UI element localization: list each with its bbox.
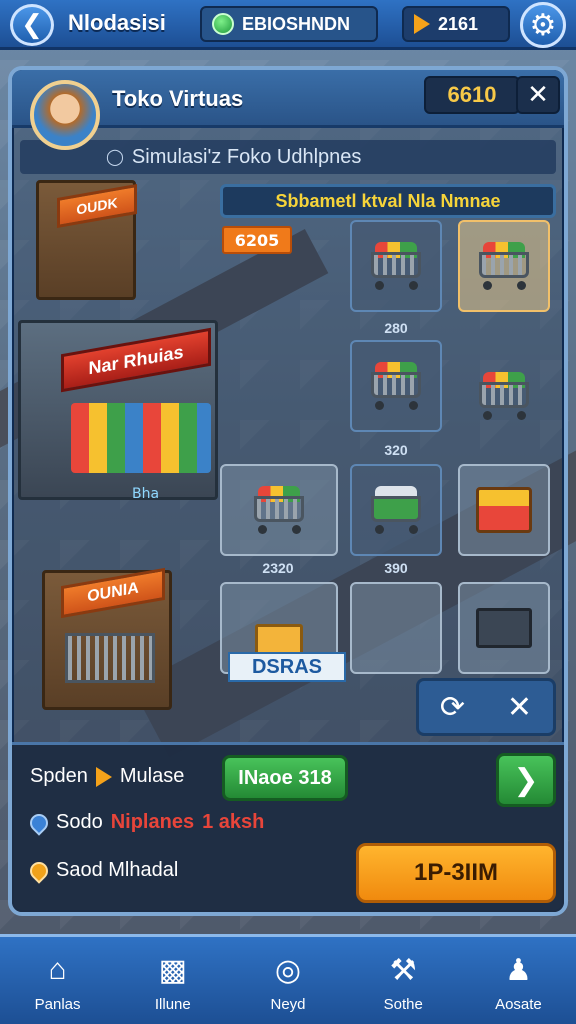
info-row-status: Saod Mlhadal [26, 857, 179, 884]
pin-icon [26, 809, 52, 836]
item-tile[interactable] [350, 582, 442, 674]
chart-icon: ▩ [158, 953, 187, 987]
store-main[interactable]: Nar Rhuias [18, 320, 218, 500]
store-sign: OUNIA [61, 567, 165, 619]
item-price: 2320 [262, 560, 294, 576]
item-price: 390 [384, 560, 408, 576]
section-title: Sbbametl ktval Nla Nmnae [220, 184, 556, 218]
store-sign: Nar Rhuias [61, 327, 211, 393]
item-tile[interactable] [458, 350, 550, 442]
target-icon: ◎ [274, 953, 302, 987]
balance-display: 6610 [424, 76, 520, 114]
chevron-right-icon: ❯ [513, 762, 539, 798]
cart-icon [473, 242, 535, 290]
info-value: 1 aksh [202, 811, 265, 833]
refresh-icon[interactable]: ⟳ [440, 690, 465, 725]
shop-icon: ⌂ [48, 953, 67, 986]
store-bottom[interactable]: OUNIA [42, 567, 172, 710]
item-tile[interactable] [350, 464, 442, 556]
laptop-icon [476, 608, 532, 648]
mini-badge: DSRAS [228, 652, 346, 682]
info-label: Saod Mlhadal [56, 859, 179, 881]
pin-icon [26, 857, 52, 884]
info-label: Spden [30, 765, 88, 787]
subtitle-bar: ◯ Simulasi'z Foko Udhlpnes [20, 140, 556, 174]
coin-currency[interactable]: 2161 [402, 6, 510, 42]
close-icon[interactable]: ✕ [507, 690, 532, 725]
item-tile[interactable] [458, 464, 550, 556]
price-tag: 6205 [222, 226, 292, 254]
nav-label: Neyd [270, 996, 306, 1013]
cart-icon [473, 372, 535, 420]
info-row-speed: Spden Mulase [30, 765, 184, 788]
store-sign: OUDK [57, 183, 137, 229]
cart-icon [365, 362, 427, 410]
shop-panel: Toko Virtuas 6610 ✕ ◯ Simulasi'z Foko Ud… [8, 66, 568, 916]
nav-label: Aosate [495, 996, 542, 1013]
app-title: Nlodasisi [68, 10, 166, 35]
top-bar: ❮ Nlodasisi EBIOSHNDN 2161 ⚙ [0, 0, 576, 50]
cart-icon [365, 242, 427, 290]
food-cart-icon [476, 487, 532, 533]
info-row-stock: Sodo Niplanes 1 aksh [26, 809, 265, 836]
subtitle-text: Simulasi'z Foko Udhlpnes [131, 145, 362, 168]
cart-display [65, 633, 155, 683]
item-price: 320 [384, 442, 408, 458]
nav-item-profile[interactable]: ♟ Aosate [461, 937, 576, 1024]
next-button[interactable]: ❯ [496, 753, 556, 807]
cart-icon [248, 486, 310, 534]
info-value: Mulase [119, 765, 185, 787]
play-icon [414, 14, 430, 34]
info-accent: Niplanes [110, 811, 195, 833]
refresh-controls: ⟳ ✕ [416, 678, 556, 736]
item-tile[interactable] [458, 582, 550, 674]
gem-icon [212, 13, 234, 35]
chevron-left-icon: ❮ [21, 10, 43, 40]
nav-label: Panlas [34, 996, 81, 1013]
item-tile[interactable] [350, 340, 442, 432]
shop-name: Toko Virtuas [112, 86, 244, 111]
nav-label: Sothe [383, 996, 423, 1013]
gem-currency[interactable]: EBIOSHNDN [200, 6, 378, 42]
item-tile[interactable] [458, 220, 550, 312]
item-tile[interactable] [350, 220, 442, 312]
produce-display [71, 403, 211, 473]
store-top[interactable]: OUDK [36, 180, 137, 300]
nav-item-map[interactable]: ◎ Neyd [230, 937, 345, 1024]
back-button[interactable]: ❮ [10, 4, 54, 46]
upgrade-button[interactable]: INaoe 318 [222, 755, 348, 801]
item-tile[interactable] [220, 464, 338, 556]
nav-item-stats[interactable]: ▩ Illune [115, 937, 230, 1024]
cart-icon [365, 486, 427, 534]
avatar[interactable] [30, 80, 100, 150]
settings-button[interactable]: ⚙ [520, 2, 566, 48]
profile-icon: ♟ [504, 953, 532, 987]
close-button[interactable]: ✕ [516, 76, 560, 114]
close-icon: ✕ [527, 80, 549, 110]
nav-item-shop[interactable]: ⌂ Panlas [0, 937, 115, 1024]
coin-currency-value: 2161 [438, 13, 479, 34]
gem-currency-value: EBIOSHNDN [242, 13, 351, 34]
primary-action-button[interactable]: 1P-3IIM [356, 843, 556, 903]
info-icon: ◯ [106, 149, 124, 166]
info-label: Sodo [56, 811, 103, 833]
info-area: Spden Mulase INaoe 318 ❯ Sodo Niplanes 1… [12, 742, 564, 912]
gear-icon: ⚙ [529, 7, 557, 43]
item-price: 280 [384, 320, 408, 336]
nav-item-tools[interactable]: ⚒ Sothe [346, 937, 461, 1024]
road-label: Bha [132, 486, 160, 502]
bottom-nav: ⌂ Panlas ▩ Illune ◎ Neyd ⚒ Sothe ♟ Aosat… [0, 934, 576, 1024]
nav-label: Illune [154, 996, 191, 1013]
wrench-icon: ⚒ [389, 953, 417, 987]
play-icon [95, 766, 112, 787]
